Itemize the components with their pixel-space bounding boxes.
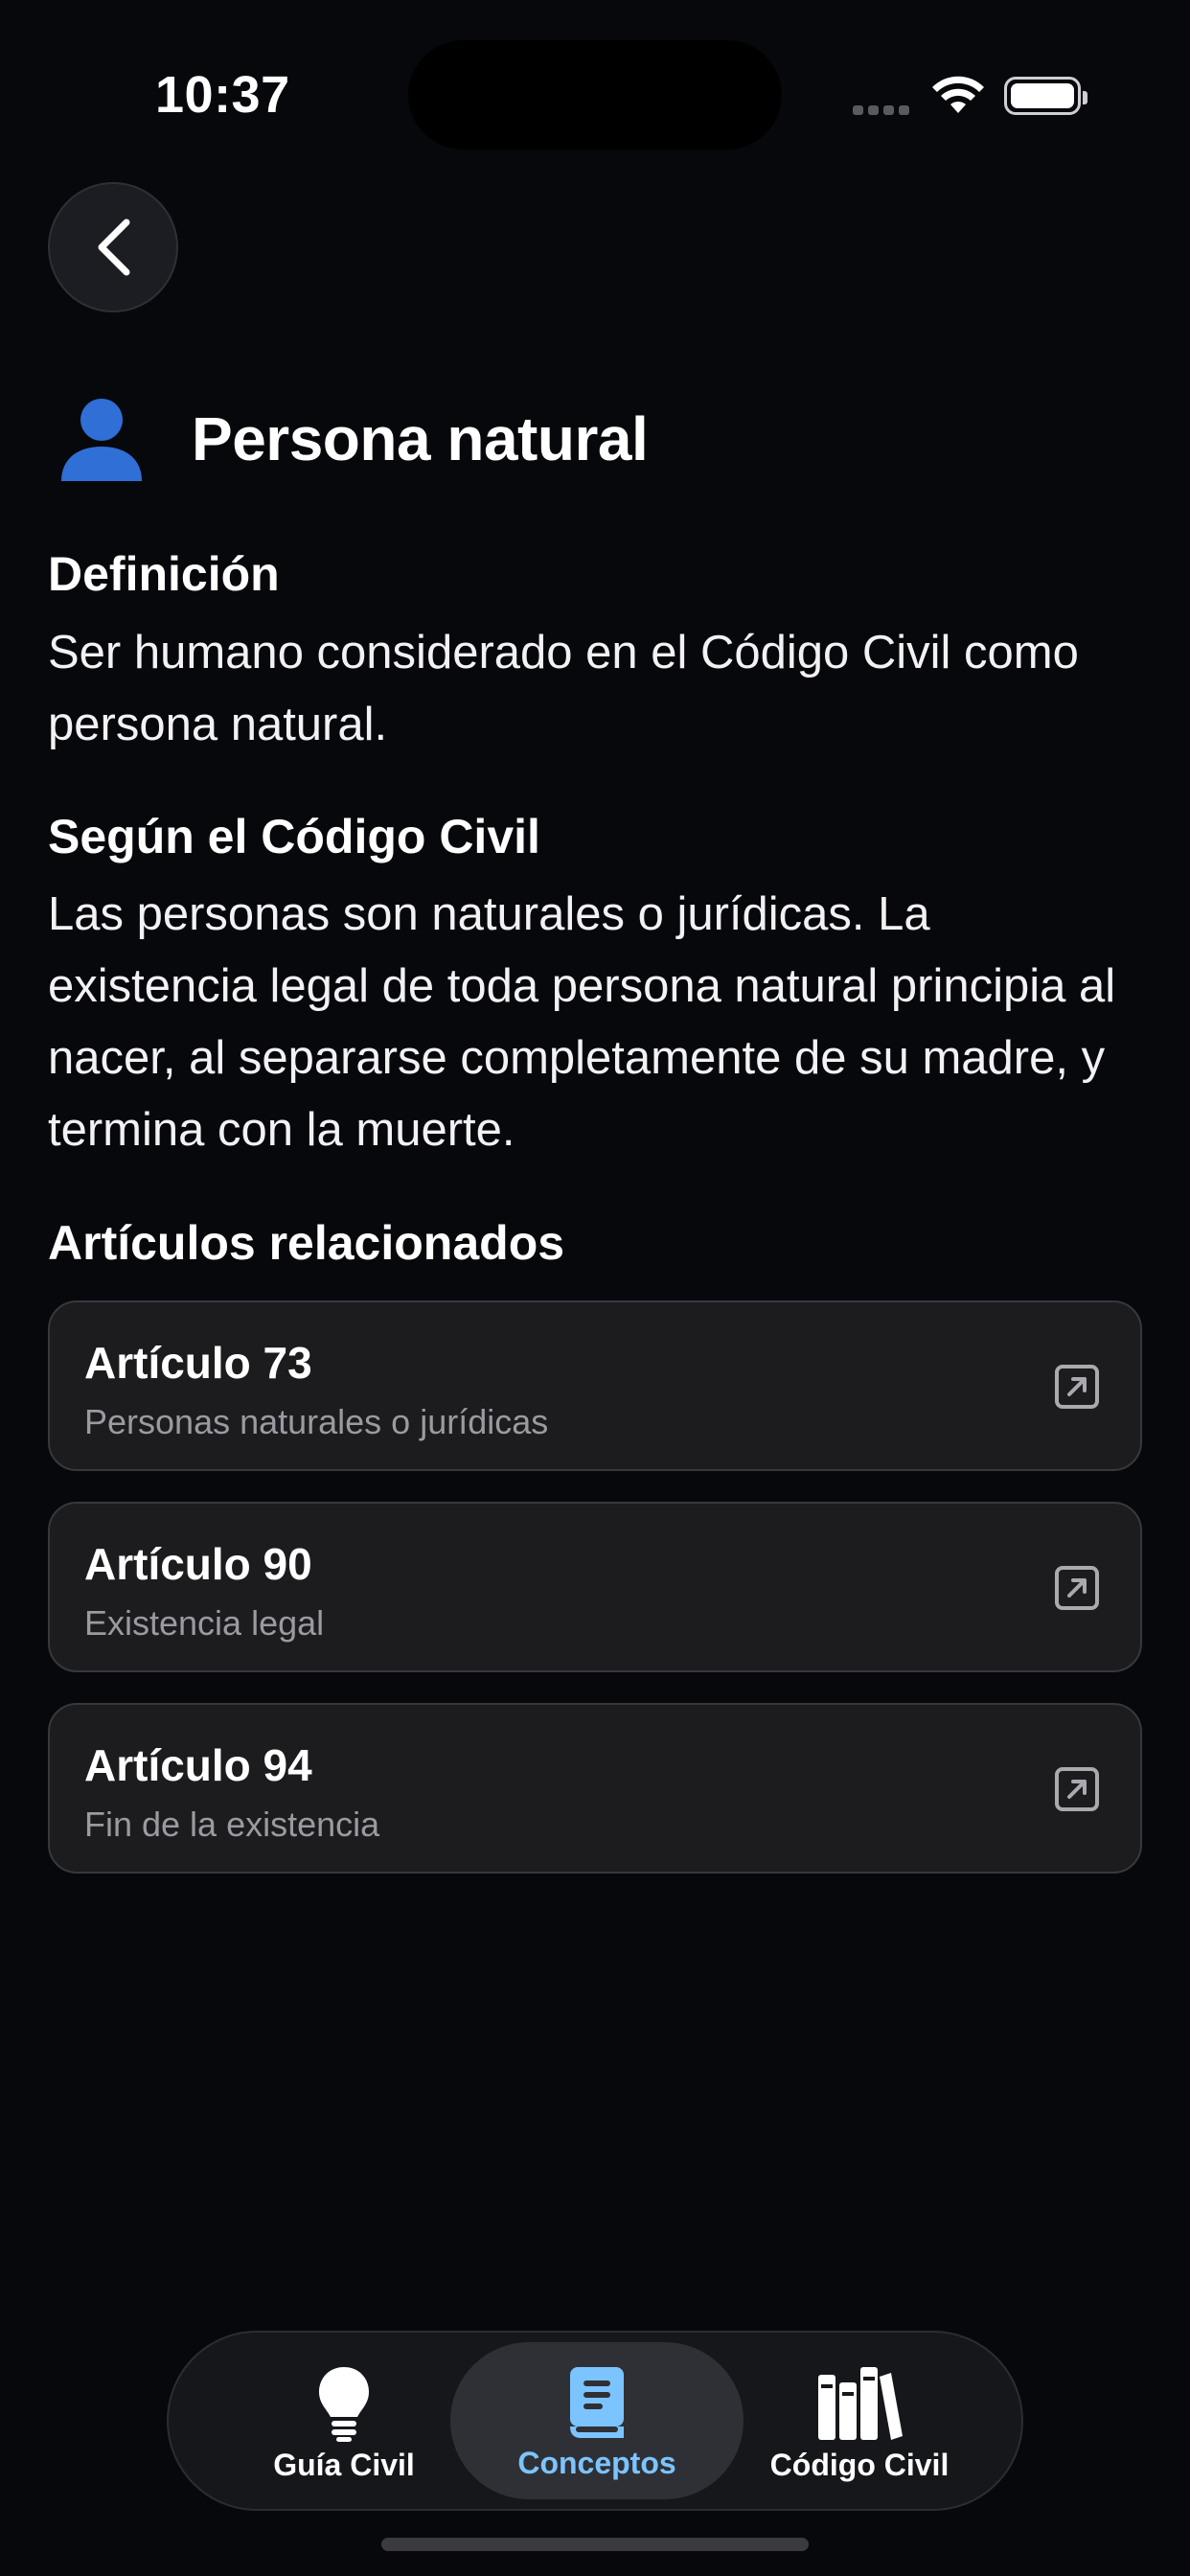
page-title: Persona natural [192,404,649,473]
tab-conceptos[interactable]: Conceptos [450,2342,744,2499]
status-time: 10:37 [155,66,290,124]
tab-codigo-civil[interactable]: Código Civil [713,2342,1006,2499]
article-card[interactable]: Artículo 94 Fin de la existencia [48,1703,1142,1874]
definition-heading: Definición [48,547,280,601]
chevron-left-icon [98,218,130,276]
books-icon [818,2367,903,2440]
battery-icon [1004,77,1087,115]
dynamic-island [408,40,782,150]
definition-text: Ser humano considerado en el Código Civi… [48,627,1079,750]
external-link-icon [1055,1767,1099,1811]
article-title: Artículo 94 [84,1740,312,1790]
wifi-icon [932,76,984,113]
related-heading: Artículos relacionados [48,1216,565,1270]
cellular-signal-icon [853,105,909,115]
screen: 10:37 Persona natural Definición Ser hum… [0,0,1190,2576]
article-card[interactable]: Artículo 73 Personas naturales o jurídic… [48,1300,1142,1471]
tab-label: Código Civil [769,2448,950,2482]
external-link-icon [1055,1365,1099,1409]
page-header: Persona natural [56,393,649,485]
book-icon [570,2367,624,2438]
article-title: Artículo 73 [84,1338,312,1388]
tab-label: Guía Civil [273,2448,415,2482]
article-title: Artículo 90 [84,1539,312,1589]
home-indicator[interactable] [381,2538,809,2551]
article-subtitle: Existencia legal [84,1603,325,1643]
article-subtitle: Personas naturales o jurídicas [84,1402,549,1441]
codigo-heading: Según el Código Civil [48,810,540,863]
tab-label: Conceptos [517,2446,676,2480]
person-icon [61,399,142,481]
lightbulb-icon [319,2367,369,2442]
tab-bar: Guía Civil Conceptos Código Civil [167,2331,1023,2511]
article-card[interactable]: Artículo 90 Existencia legal [48,1502,1142,1672]
article-subtitle: Fin de la existencia [84,1805,380,1844]
codigo-text: Las personas son naturales o jurídicas. … [48,888,1116,1156]
external-link-icon [1055,1566,1099,1610]
back-button[interactable] [48,182,178,312]
tab-guia-civil[interactable]: Guía Civil [197,2342,491,2499]
